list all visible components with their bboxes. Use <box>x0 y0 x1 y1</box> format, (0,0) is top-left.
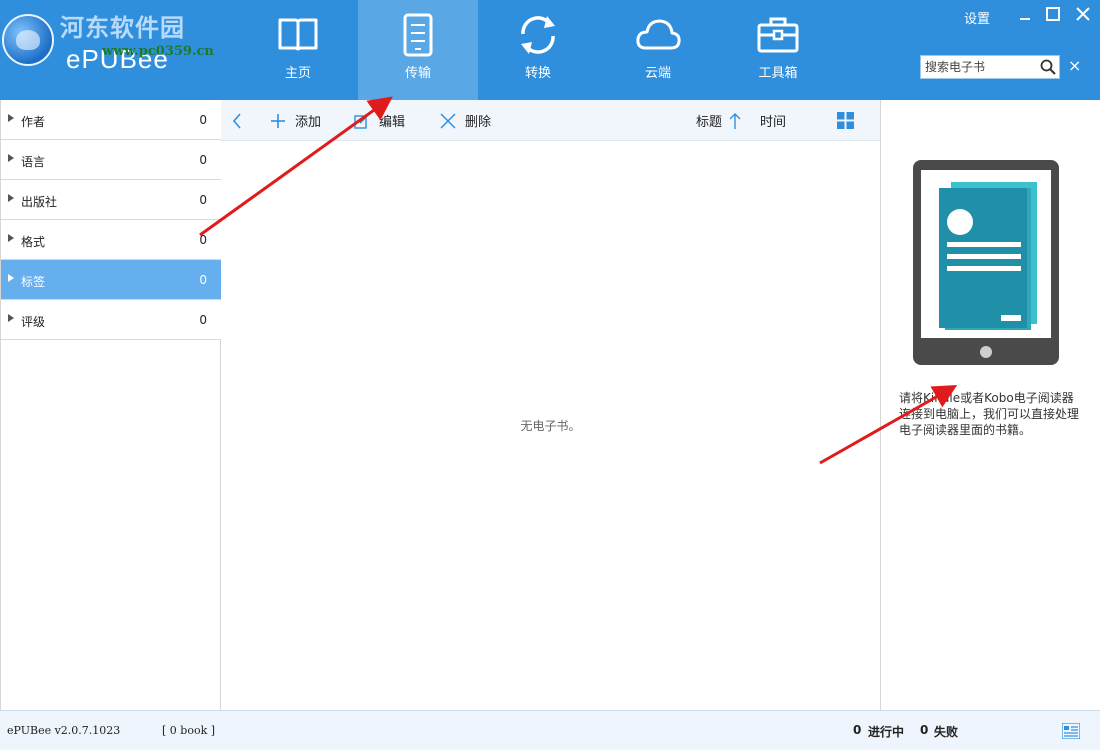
sort-title-label: 标题 <box>696 115 723 130</box>
device-panel: 请将Kindle或者Kobo电子阅读器连接到电脑上，我们可以直接处理电子阅读器里… <box>880 100 1100 710</box>
sidebar-item-rating[interactable]: 评级 0 <box>1 300 221 340</box>
book-list-area: 无电子书。 <box>221 141 880 710</box>
search-box <box>920 55 1060 79</box>
sort-ascending-icon <box>729 112 741 129</box>
delete-button[interactable]: 删除 <box>439 100 491 141</box>
search-clear-icon[interactable]: × <box>1068 58 1082 74</box>
expand-arrow-icon <box>8 234 14 242</box>
tab-transfer-label: 传输 <box>404 66 431 81</box>
back-button[interactable] <box>231 100 251 141</box>
sort-time-label: 时间 <box>760 115 787 130</box>
add-button-label: 添加 <box>295 115 322 130</box>
task-log-icon[interactable] <box>1062 723 1080 739</box>
cloud-icon <box>636 19 681 50</box>
delete-x-icon <box>440 112 456 129</box>
grid-view-icon <box>837 112 854 129</box>
sort-by-title[interactable]: 标题 <box>696 100 750 141</box>
tab-cloud-label: 云端 <box>644 66 671 81</box>
book-open-icon <box>278 18 318 51</box>
watermark-url: www.pc0359.cn <box>102 44 214 59</box>
logo-emblem <box>2 14 54 66</box>
sidebar-item-tags[interactable]: 标签 0 <box>1 260 221 300</box>
search-input[interactable] <box>925 58 1035 76</box>
sidebar-item-label: 语言 <box>21 155 46 169</box>
sidebar-item-format[interactable]: 格式 0 <box>1 220 221 260</box>
expand-arrow-icon <box>8 274 14 282</box>
sidebar-item-author[interactable]: 作者 0 <box>1 100 221 140</box>
tab-toolbox[interactable]: 工具箱 <box>718 0 838 100</box>
sidebar-item-label: 标签 <box>21 275 46 289</box>
tab-transfer[interactable]: 传输 <box>358 0 478 100</box>
empty-message: 无电子书。 <box>520 419 581 433</box>
delete-button-label: 删除 <box>465 115 492 130</box>
convert-icon <box>521 16 555 54</box>
expand-arrow-icon <box>8 314 14 322</box>
app-logo: 河东软件园 ePUBee www.pc0359.cn <box>2 6 214 74</box>
sidebar-item-label: 格式 <box>21 235 46 249</box>
epubee-window: 河东软件园 ePUBee www.pc0359.cn 主页 传输 转换 云端 工… <box>0 0 1100 750</box>
in-progress-count: 0 <box>853 723 862 737</box>
edit-icon <box>354 112 370 129</box>
sidebar-item-count: 0 <box>199 153 207 167</box>
expand-arrow-icon <box>8 194 14 202</box>
expand-arrow-icon <box>8 114 14 122</box>
view-toggle-button[interactable] <box>837 100 862 141</box>
toolbox-icon <box>757 17 799 53</box>
tab-convert-label: 转换 <box>524 66 551 81</box>
header-bar: 河东软件园 ePUBee www.pc0359.cn 主页 传输 转换 云端 工… <box>0 0 1100 100</box>
tab-home-label: 主页 <box>284 66 311 81</box>
plus-icon <box>271 113 285 128</box>
edit-button-label: 编辑 <box>379 115 406 130</box>
sidebar-item-count: 0 <box>199 313 207 327</box>
sidebar-item-language[interactable]: 语言 0 <box>1 140 221 180</box>
ereader-device-illustration <box>913 160 1059 365</box>
tab-toolbox-label: 工具箱 <box>758 66 798 81</box>
device-connect-hint: 请将Kindle或者Kobo电子阅读器连接到电脑上，我们可以直接处理电子阅读器里… <box>899 391 1080 437</box>
ereader-icon <box>403 13 433 57</box>
tab-cloud[interactable]: 云端 <box>598 0 718 100</box>
sidebar-item-count: 0 <box>199 193 207 207</box>
sidebar-item-label: 评级 <box>21 315 46 329</box>
filter-sidebar: 作者 0 语言 0 出版社 0 格式 0 标签 0 评级 0 <box>0 100 221 710</box>
in-progress-label: 进行中 <box>868 725 905 739</box>
edit-button[interactable]: 编辑 <box>353 100 405 141</box>
sidebar-item-count: 0 <box>199 113 207 127</box>
maximize-icon[interactable] <box>1041 4 1065 24</box>
sidebar-item-count: 0 <box>199 233 207 247</box>
main-nav: 主页 传输 转换 云端 工具箱 <box>238 0 838 100</box>
settings-link[interactable]: 设置 <box>964 8 990 27</box>
close-icon[interactable] <box>1071 4 1095 24</box>
sidebar-item-count: 0 <box>199 273 207 287</box>
sidebar-item-label: 出版社 <box>21 195 58 209</box>
version-label: ePUBee v2.0.7.1023 <box>7 724 121 737</box>
sidebar-item-publisher[interactable]: 出版社 0 <box>1 180 221 220</box>
book-count-label: [ 0 book ] <box>162 724 216 737</box>
sidebar-item-label: 作者 <box>21 115 46 129</box>
failed-count: 0 <box>920 723 929 737</box>
expand-arrow-icon <box>8 154 14 162</box>
book-toolbar: 添加 编辑 删除 标题 时间 <box>221 100 880 141</box>
search-icon[interactable] <box>1040 59 1056 75</box>
chevron-left-icon <box>232 112 241 129</box>
minimize-icon[interactable] <box>1013 4 1037 24</box>
tab-home[interactable]: 主页 <box>238 0 358 100</box>
watermark-text: 河东软件园 <box>60 13 185 42</box>
status-bar: ePUBee v2.0.7.1023 [ 0 book ] 0 进行中 0 失败 <box>0 710 1100 750</box>
sort-by-time[interactable]: 时间 <box>760 100 786 141</box>
failed-label: 失败 <box>934 725 959 739</box>
tab-convert[interactable]: 转换 <box>478 0 598 100</box>
add-button[interactable]: 添加 <box>269 100 321 141</box>
